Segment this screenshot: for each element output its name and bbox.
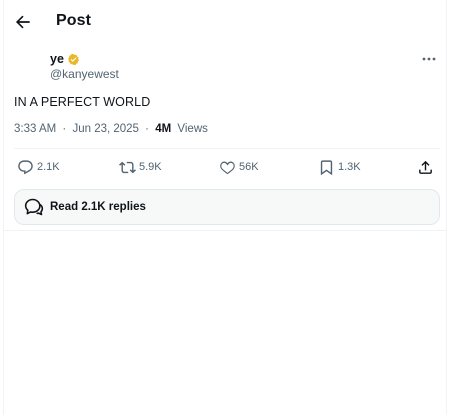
back-arrow-icon[interactable] (13, 12, 33, 32)
share-button[interactable] (417, 155, 434, 179)
post-meta: 3:33 AM · Jun 23, 2025 · 4M Views (14, 123, 208, 135)
meta-separator-2: · (145, 123, 150, 135)
divider-top (14, 148, 440, 149)
divider-bottom (3, 230, 447, 231)
read-replies-button[interactable]: Read 2.1K replies (14, 189, 440, 225)
page-title: Post (56, 12, 92, 29)
like-icon (220, 160, 235, 174)
bookmark-icon (320, 159, 333, 175)
left-border (3, 0, 4, 415)
page-header: Post (3, 0, 447, 44)
post-page: Post ye @kanyewest IN A PERFECT WORLD 3:… (3, 0, 447, 415)
reply-button[interactable]: 2.1K (17, 155, 60, 179)
views-count: 4M (155, 123, 172, 135)
repost-button[interactable]: 5.9K (119, 155, 162, 179)
more-options-icon[interactable] (420, 52, 438, 66)
post-time[interactable]: 3:33 AM (14, 123, 56, 135)
bookmark-button[interactable]: 1.3K (318, 155, 361, 179)
avatar[interactable] (14, 50, 46, 82)
like-count: 56K (239, 161, 259, 173)
read-replies-label: Read 2.1K replies (50, 201, 146, 213)
like-button[interactable]: 56K (219, 155, 259, 179)
conversation-bubble-icon (24, 198, 44, 216)
post-text: IN A PERFECT WORLD (14, 95, 151, 109)
action-bar: 2.1K 5.9K 56K 1.3K (3, 155, 447, 179)
views-label: Views (177, 123, 208, 135)
reply-icon (18, 159, 33, 174)
post-date[interactable]: Jun 23, 2025 (72, 123, 139, 135)
share-icon (419, 160, 432, 174)
repost-icon (119, 161, 136, 173)
bookmark-count: 1.3K (338, 161, 361, 173)
author-name-row[interactable]: ye (50, 52, 80, 66)
meta-separator: · (62, 123, 67, 135)
verified-badge-icon[interactable] (67, 53, 80, 66)
reply-count: 2.1K (37, 161, 60, 173)
right-border (446, 0, 447, 415)
author-display-name[interactable]: ye (50, 52, 64, 66)
author-handle[interactable]: @kanyewest (50, 67, 119, 81)
repost-count: 5.9K (139, 161, 162, 173)
